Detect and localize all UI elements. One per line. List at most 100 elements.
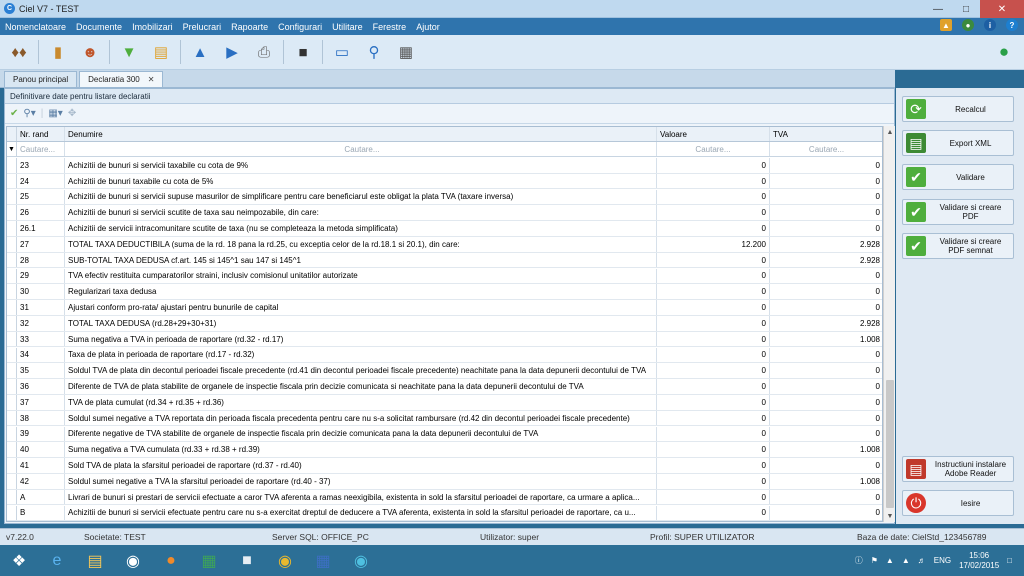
cell-tva[interactable]: 1.008 (770, 332, 882, 347)
cell-tva[interactable]: 0 (770, 158, 882, 173)
cell-nr-rand[interactable]: A (17, 489, 65, 505)
cell-tva[interactable]: 0 (770, 363, 882, 378)
table-row[interactable]: 36 Diferente de TVA de plata stabilite de… (7, 379, 882, 395)
search-denumire-input[interactable]: Cautare... (65, 142, 657, 156)
column-header-valoare[interactable]: Valoare (657, 127, 770, 141)
minimize-button[interactable]: — (924, 0, 952, 18)
language-indicator[interactable]: ENG (934, 556, 951, 565)
cell-denumire[interactable]: Soldul sumei negative a TVA la sfarsitul… (65, 474, 657, 489)
flag-icon[interactable]: ⚑ (871, 556, 878, 565)
network-icon[interactable]: ▲ (902, 556, 910, 565)
cell-valoare[interactable]: 0 (657, 489, 770, 505)
validare-button[interactable]: ✔ Validare (902, 164, 1014, 190)
info-icon[interactable]: i (984, 19, 996, 31)
cell-denumire[interactable]: Ajustari conform pro-rata/ ajustari pent… (65, 300, 657, 315)
cell-tva[interactable]: 0 (770, 174, 882, 189)
scroll-down-icon[interactable]: ▼ (884, 510, 896, 522)
forward-icon[interactable]: ▶ (219, 39, 245, 65)
grid-vertical-scrollbar[interactable]: ▲ ▼ (883, 126, 895, 522)
validare-si-creare-pdf-button[interactable]: ✔ Validare si creare PDF (902, 199, 1014, 225)
iesire-button[interactable]: ⏻ Iesire (902, 490, 1014, 516)
table-row[interactable]: 28 SUB-TOTAL TAXA DEDUSA cf.art. 145 si 1… (7, 252, 882, 269)
cell-denumire[interactable]: SUB-TOTAL TAXA DEDUSA cf.art. 145 si 145… (65, 252, 657, 268)
cell-tva[interactable]: 0 (770, 221, 882, 236)
cell-nr-rand[interactable]: 36 (17, 379, 65, 394)
table-row[interactable]: A Livrari de bunuri si prestari de servic… (7, 489, 882, 506)
menu-nomenclatoare[interactable]: Nomenclatoare (0, 22, 71, 32)
cell-nr-rand[interactable]: 31 (17, 300, 65, 315)
cell-nr-rand[interactable]: 37 (17, 395, 65, 410)
table-row[interactable]: 32 TOTAL TAXA DEDUSA (rd.28+29+30+31) 0 2.9… (7, 316, 882, 332)
cell-valoare[interactable]: 0 (657, 395, 770, 410)
cell-tva[interactable]: 2.928 (770, 316, 882, 331)
cell-valoare[interactable]: 0 (657, 300, 770, 315)
cell-tva[interactable]: 2.928 (770, 237, 882, 252)
import-icon[interactable]: ▼ (116, 39, 142, 65)
cell-denumire[interactable]: Suma negativa a TVA cumulata (rd.33 + rd… (65, 442, 657, 457)
menu-ferestre[interactable]: Ferestre (368, 22, 412, 32)
cell-denumire[interactable]: Soldul sumei negative a TVA reportata di… (65, 410, 657, 426)
cell-valoare[interactable]: 0 (657, 458, 770, 473)
cell-tva[interactable]: 0 (770, 379, 882, 394)
search-valoare-input[interactable]: Cautare... (657, 142, 770, 156)
firefox-icon[interactable]: ● (152, 546, 190, 576)
table-row[interactable]: 24 Achizitii de bunuri taxabile cu cota d… (7, 173, 882, 190)
cell-denumire[interactable]: Diferente negative de TVA stabilite de o… (65, 426, 657, 442)
info-tray-icon[interactable]: ⓘ (855, 555, 863, 566)
cell-valoare[interactable]: 0 (657, 221, 770, 236)
cell-denumire[interactable]: Achizitii de bunuri si servicii efectuat… (65, 505, 657, 521)
file-explorer-icon[interactable]: ▤ (76, 546, 114, 576)
printer-icon[interactable]: ⎙ (251, 39, 277, 65)
cell-denumire[interactable]: Suma negativa a TVA in perioada de rapor… (65, 331, 657, 347)
cell-nr-rand[interactable]: 24 (17, 173, 65, 189)
cell-nr-rand[interactable]: 41 (17, 458, 65, 473)
cell-tva[interactable]: 1.008 (770, 442, 882, 457)
chrome-icon[interactable]: ◉ (266, 546, 304, 576)
cell-denumire[interactable]: Soldul TVA de plata din decontul perioad… (65, 363, 657, 378)
monitor-icon[interactable]: ▭ (329, 39, 355, 65)
chat-icon[interactable]: ● (992, 40, 1016, 64)
cell-valoare[interactable]: 0 (657, 284, 770, 299)
cell-tva[interactable]: 0 (770, 506, 882, 521)
cell-valoare[interactable]: 0 (657, 410, 770, 426)
notification-icon[interactable]: □ (1007, 556, 1012, 565)
search-document-icon[interactable]: ⚲ (361, 39, 387, 65)
table-row[interactable]: 38 Soldul sumei negative a TVA reportata … (7, 410, 882, 427)
table-row[interactable]: 31 Ajustari conform pro-rata/ ajustari pe… (7, 300, 882, 316)
cell-nr-rand[interactable]: 29 (17, 268, 65, 284)
table-row[interactable]: 40 Suma negativa a TVA cumulata (rd.33 + … (7, 442, 882, 458)
shopping-bag-icon[interactable]: ▲ (940, 19, 952, 31)
cell-tva[interactable]: 0 (770, 427, 882, 442)
table-row[interactable]: 29 TVA efectiv restituita cumparatorilor … (7, 268, 882, 285)
recalcul-button[interactable]: ⟳ Recalcul (902, 96, 1014, 122)
cell-valoare[interactable]: 12.200 (657, 237, 770, 252)
cell-nr-rand[interactable]: 26.1 (17, 221, 65, 236)
cell-nr-rand[interactable]: 34 (17, 347, 65, 363)
column-header-tva[interactable]: TVA (770, 127, 882, 141)
table-row[interactable]: 33 Suma negativa a TVA in perioada de rap… (7, 331, 882, 348)
excel-icon[interactable]: ▦ (190, 546, 228, 576)
table-row[interactable]: 23 Achizitii de bunuri si servicii taxabi… (7, 158, 882, 174)
cell-nr-rand[interactable]: 32 (17, 316, 65, 331)
cell-nr-rand[interactable]: 42 (17, 474, 65, 489)
layout-icon[interactable]: ▦▾ (48, 108, 62, 119)
cell-denumire[interactable]: Achizitii de bunuri si servicii taxabile… (65, 158, 657, 173)
cell-nr-rand[interactable]: 38 (17, 410, 65, 426)
cell-nr-rand[interactable]: 33 (17, 331, 65, 347)
cell-valoare[interactable]: 0 (657, 379, 770, 394)
cell-nr-rand[interactable]: 30 (17, 284, 65, 299)
cell-valoare[interactable]: 0 (657, 268, 770, 284)
cell-valoare[interactable]: 0 (657, 189, 770, 205)
cell-valoare[interactable]: 0 (657, 331, 770, 347)
cell-tva[interactable]: 0 (770, 348, 882, 363)
scrollbar-thumb[interactable] (886, 380, 894, 508)
cell-valoare[interactable]: 0 (657, 442, 770, 457)
column-header-denumire[interactable]: Denumire (65, 127, 657, 141)
table-row[interactable]: 26 Achizitii de bunuri si servicii scutit… (7, 205, 882, 221)
cell-nr-rand[interactable]: 23 (17, 158, 65, 173)
menu-rapoarte[interactable]: Rapoarte (226, 22, 273, 32)
start-button[interactable]: ❖ (0, 546, 38, 576)
cell-denumire[interactable]: TVA efectiv restituita cumparatorilor st… (65, 268, 657, 284)
menu-prelucrari[interactable]: Prelucrari (178, 22, 227, 32)
word-icon[interactable]: ▦ (304, 546, 342, 576)
